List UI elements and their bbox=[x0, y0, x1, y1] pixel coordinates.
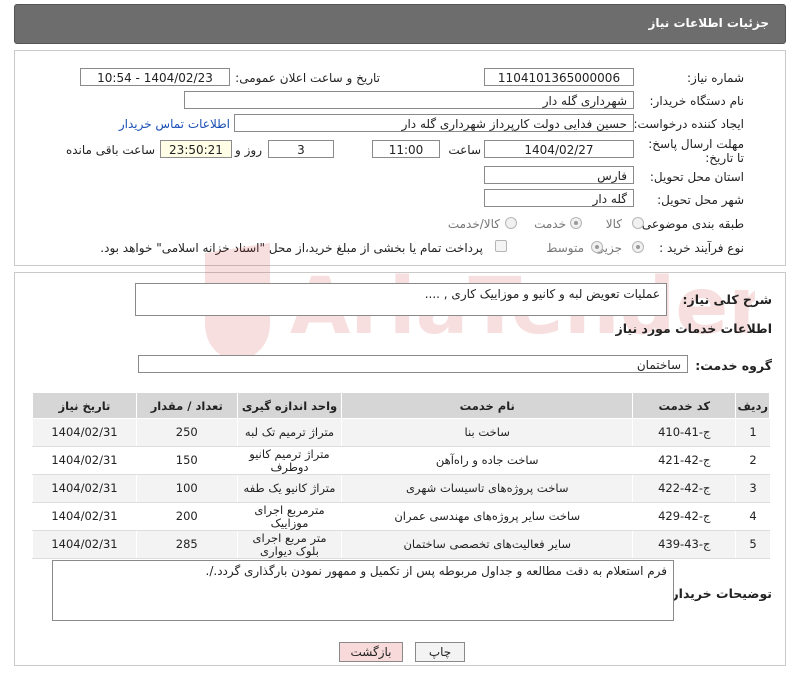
cell-service-code: ج-42-429 bbox=[632, 502, 736, 531]
cell-quantity: 285 bbox=[135, 530, 238, 559]
treasury-payment-note: پرداخت تمام یا بخشی از مبلغ خرید،از محل … bbox=[100, 241, 483, 255]
cell-quantity: 200 bbox=[135, 502, 238, 531]
print-button[interactable]: چاپ bbox=[415, 642, 465, 662]
process-type-label: نوع فرآیند خرید : bbox=[659, 241, 744, 255]
deadline-time-field: 11:00 bbox=[372, 140, 440, 158]
category-option-goods-service: کالا/خدمت bbox=[447, 217, 500, 231]
cell-need-date: 1404/02/31 bbox=[32, 502, 137, 531]
cell-unit: متراژ ترمیم تک لبه bbox=[236, 418, 342, 447]
table-row: 4 ج-42-429 ساخت سایر پروژه‌های مهندسی عم… bbox=[32, 502, 770, 531]
process-radio-medium[interactable] bbox=[591, 241, 603, 253]
table-row: 1 ج-41-410 ساخت بنا متراژ ترمیم تک لبه 2… bbox=[32, 418, 770, 447]
buyer-notes-textarea[interactable]: فرم استعلام به دقت مطالعه و جداول مربوطه… bbox=[52, 560, 674, 621]
cell-service-code: ج-41-410 bbox=[632, 418, 736, 447]
buyer-org-field: شهرداری گله دار bbox=[184, 91, 634, 109]
category-option-service: خدمت bbox=[534, 217, 566, 231]
col-service-name: نام خدمت bbox=[341, 392, 634, 419]
announce-datetime-field: 1404/02/23 - 10:54 bbox=[80, 68, 230, 86]
service-group-field: ساختمان bbox=[138, 355, 688, 373]
announce-datetime-label: تاریخ و ساعت اعلان عمومی: bbox=[235, 71, 380, 85]
table-row: 3 ج-42-422 ساخت پروژه‌های تاسیسات شهری م… bbox=[32, 474, 770, 503]
col-service-code: کد خدمت bbox=[632, 392, 737, 419]
cell-row-number: 2 bbox=[735, 446, 770, 475]
services-table: ردیف کد خدمت نام خدمت واحد اندازه گیری ت… bbox=[32, 392, 770, 559]
city-field: گله دار bbox=[484, 189, 634, 207]
services-section-title: اطلاعات خدمات مورد نیاز bbox=[615, 321, 773, 336]
cell-quantity: 150 bbox=[135, 446, 238, 475]
cell-row-number: 3 bbox=[735, 474, 770, 503]
services-table-header: ردیف کد خدمت نام خدمت واحد اندازه گیری ت… bbox=[32, 392, 770, 419]
cell-quantity: 100 bbox=[135, 474, 238, 503]
category-label: طبقه بندی موضوعی: bbox=[637, 217, 744, 231]
summary-textarea[interactable]: عملیات تعویض لبه و کانیو و موزاییک کاری … bbox=[135, 283, 667, 316]
service-group-label: گروه خدمت: bbox=[695, 358, 772, 373]
remaining-time-field: 23:50:21 bbox=[160, 140, 232, 158]
deadline-label: مهلت ارسال پاسخ: تا تاریخ: bbox=[648, 137, 744, 165]
cell-need-date: 1404/02/31 bbox=[32, 446, 137, 475]
cell-service-code: ج-42-422 bbox=[632, 474, 736, 503]
category-radio-goods-service[interactable] bbox=[505, 217, 517, 229]
remaining-days-label: روز و bbox=[235, 143, 262, 157]
cell-service-name: ساخت سایر پروژه‌های مهندسی عمران bbox=[341, 502, 633, 531]
summary-label: شرح کلی نیاز: bbox=[682, 292, 772, 307]
cell-service-name: ساخت بنا bbox=[341, 418, 633, 447]
cell-service-name: ساخت پروژه‌های تاسیسات شهری bbox=[341, 474, 633, 503]
cell-unit: متراژ ترمیم کانیو دوطرف bbox=[236, 446, 342, 475]
cell-need-date: 1404/02/31 bbox=[32, 530, 137, 559]
cell-unit: متراژ کانیو یک طفه bbox=[236, 474, 342, 503]
cell-need-date: 1404/02/31 bbox=[32, 474, 137, 503]
category-radio-goods[interactable] bbox=[632, 217, 644, 229]
cell-row-number: 4 bbox=[735, 502, 770, 531]
col-unit: واحد اندازه گیری bbox=[236, 392, 343, 419]
process-option-medium: متوسط bbox=[546, 241, 584, 255]
cell-unit: متر مربع اجرای بلوک دیواری bbox=[236, 530, 342, 559]
cell-row-number: 1 bbox=[735, 418, 770, 447]
cell-service-name: ساخت جاده و راه‌آهن bbox=[341, 446, 633, 475]
requester-field: حسین فدایی دولت کارپرداز شهرداری گله دار bbox=[234, 114, 634, 132]
city-label: شهر محل تحویل: bbox=[657, 193, 744, 207]
province-field: فارس bbox=[484, 166, 634, 184]
col-need-date: تاریخ نیاز bbox=[32, 392, 137, 419]
col-quantity: تعداد / مقدار bbox=[135, 392, 238, 419]
cell-row-number: 5 bbox=[735, 530, 770, 559]
requester-label: ایجاد کننده درخواست: bbox=[633, 117, 744, 131]
cell-service-code: ج-43-439 bbox=[632, 530, 736, 559]
deadline-date-field: 1404/02/27 bbox=[484, 140, 634, 158]
cell-unit: مترمربع اجرای موزاییک bbox=[236, 502, 342, 531]
province-label: استان محل تحویل: bbox=[649, 170, 744, 184]
cell-quantity: 250 bbox=[135, 418, 238, 447]
back-button[interactable]: بازگشت bbox=[339, 642, 403, 662]
need-number-field: 1104101365000006 bbox=[484, 68, 634, 86]
deadline-time-label: ساعت bbox=[448, 143, 481, 157]
buyer-org-label: نام دستگاه خریدار: bbox=[649, 94, 745, 108]
category-radio-service[interactable] bbox=[570, 217, 582, 229]
buyer-contact-link[interactable]: اطلاعات تماس خریدار bbox=[119, 117, 230, 131]
treasury-payment-checkbox[interactable] bbox=[495, 240, 507, 252]
page-title: جزئیات اطلاعات نیاز bbox=[648, 16, 769, 30]
need-number-label: شماره نیاز: bbox=[687, 71, 744, 85]
buyer-notes-label: توضیحات خریدار: bbox=[666, 586, 772, 601]
col-row-number: ردیف bbox=[735, 392, 770, 419]
remaining-time-label: ساعت باقی مانده bbox=[65, 143, 155, 157]
table-row: 5 ج-43-439 سایر فعالیت‌های تخصصی ساختمان… bbox=[32, 530, 770, 559]
cell-service-name: سایر فعالیت‌های تخصصی ساختمان bbox=[341, 530, 633, 559]
process-radio-minor[interactable] bbox=[632, 241, 644, 253]
category-option-goods: کالا bbox=[605, 217, 622, 231]
page-header: جزئیات اطلاعات نیاز bbox=[14, 4, 786, 44]
remaining-days-field: 3 bbox=[268, 140, 334, 158]
cell-need-date: 1404/02/31 bbox=[32, 418, 137, 447]
table-row: 2 ج-42-421 ساخت جاده و راه‌آهن متراژ ترم… bbox=[32, 446, 770, 475]
cell-service-code: ج-42-421 bbox=[632, 446, 736, 475]
